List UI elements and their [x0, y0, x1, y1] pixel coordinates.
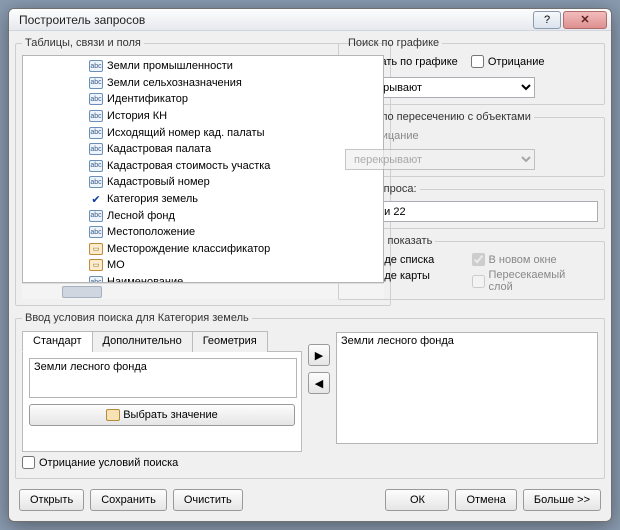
tree-fieldset: Таблицы, связи и поля abc Земли промышлен… [15, 37, 391, 306]
text-field-icon: abc [89, 127, 103, 139]
tree-item[interactable]: abc Земли сельхозназначения [23, 75, 383, 92]
tree-item[interactable]: abc Кадастровая стоимость участка [23, 158, 383, 175]
tab-panel-standard: Земли лесного фонда Выбрать значение [22, 352, 302, 452]
tab-geometry[interactable]: Геометрия [192, 331, 268, 352]
cancel-button[interactable]: Отмена [455, 489, 516, 511]
object-icon: ▭ [89, 259, 103, 271]
condition-tabs: Стандарт Дополнительно Геометрия [22, 330, 302, 352]
tree-item-label: Земли промышленности [107, 60, 233, 72]
gear-icon [106, 409, 120, 421]
tree-item-label: Кадастровая стоимость участка [107, 160, 270, 172]
tree-item[interactable]: abc Местоположение [23, 224, 383, 241]
remove-condition-button[interactable]: ◀ [308, 372, 330, 394]
tree-item-label: Наименование [107, 276, 183, 283]
tree-item-label: Земли сельхозназначения [107, 77, 242, 89]
tree-legend: Таблицы, связи и поля [22, 37, 144, 49]
tree-item[interactable]: ▭ Месторождение классификатор [23, 241, 383, 258]
object-icon: ▭ [89, 243, 103, 255]
ok-button[interactable]: ОК [385, 489, 449, 511]
tree-item-label: Месторождение классификатор [107, 243, 270, 255]
tree-item-label: Исходящий номер кад. палаты [107, 127, 265, 139]
text-field-icon: abc [89, 60, 103, 72]
tree-item[interactable]: abc Исходящий номер кад. палаты [23, 124, 383, 141]
tab-advanced[interactable]: Дополнительно [92, 331, 193, 352]
horizontal-scrollbar[interactable] [22, 283, 384, 299]
text-field-icon: abc [89, 276, 103, 283]
cond-legend: Ввод условия поиска для Категория земель [22, 312, 252, 324]
window-title: Построитель запросов [19, 13, 531, 27]
show-new-window-checkbox: В новом окне [472, 253, 557, 266]
tree-item[interactable]: abc Кадастровый номер [23, 174, 383, 191]
tree-item[interactable]: abc Земли промышленности [23, 58, 383, 75]
tree-item[interactable]: ✔ Категория земель [23, 191, 383, 208]
graphic-legend: Поиск по графике [345, 37, 442, 49]
intersect-mode-combo: перекрывают [345, 149, 535, 170]
text-field-icon: abc [89, 160, 103, 172]
tree-item[interactable]: abc Идентификатор [23, 91, 383, 108]
text-field-icon: abc [89, 143, 103, 155]
condition-value-box[interactable]: Земли лесного фонда [29, 358, 297, 398]
text-field-icon: abc [89, 77, 103, 89]
check-icon: ✔ [89, 193, 103, 205]
list-item[interactable]: Земли лесного фонда [341, 335, 593, 347]
tree-item-label: Лесной фонд [107, 210, 175, 222]
tree-item-label: Кадастровый номер [107, 176, 210, 188]
tree-item-label: История КН [107, 110, 167, 122]
text-field-icon: abc [89, 210, 103, 222]
tree-item-label: МО [107, 259, 125, 271]
help-window-button[interactable]: ? [533, 11, 561, 29]
tree-item[interactable]: abc Наименование [23, 274, 383, 283]
selected-conditions-list[interactable]: Земли лесного фонда [336, 332, 598, 444]
close-icon: ✕ [580, 13, 589, 26]
tab-standard[interactable]: Стандарт [22, 331, 93, 352]
text-field-icon: abc [89, 110, 103, 122]
tree-item-label: Местоположение [107, 226, 195, 238]
content: Таблицы, связи и поля abc Земли промышлен… [9, 31, 611, 521]
tree-item[interactable]: ▭ МО [23, 257, 383, 274]
show-intersect-layer-checkbox: Пересекаемый слой [472, 269, 589, 293]
text-field-icon: abc [89, 226, 103, 238]
titlebar[interactable]: Построитель запросов ? ✕ [9, 9, 611, 31]
text-field-icon: abc [89, 176, 103, 188]
dialog-button-bar: Открыть Сохранить Очистить ОК Отмена Бол… [15, 485, 605, 515]
tree-item[interactable]: abc История КН [23, 108, 383, 125]
close-window-button[interactable]: ✕ [563, 11, 607, 29]
tree-item-label: Идентификатор [107, 93, 188, 105]
text-field-icon: abc [89, 93, 103, 105]
tree-item-label: Категория земель [107, 193, 198, 205]
condition-fieldset: Ввод условия поиска для Категория земель… [15, 312, 605, 479]
graphic-negation-checkbox[interactable]: Отрицание [471, 55, 545, 68]
more-button[interactable]: Больше >> [523, 489, 601, 511]
pick-value-button[interactable]: Выбрать значение [29, 404, 295, 426]
arrow-right-icon: ▶ [315, 349, 323, 362]
add-condition-button[interactable]: ▶ [308, 344, 330, 366]
arrow-left-icon: ◀ [315, 377, 323, 390]
clear-button[interactable]: Очистить [173, 489, 243, 511]
fields-tree[interactable]: abc Земли промышленности abc Земли сельхозн… [22, 55, 384, 283]
save-button[interactable]: Сохранить [90, 489, 167, 511]
negate-condition-checkbox[interactable]: Отрицание условий поиска [22, 456, 178, 469]
query-builder-window: Построитель запросов ? ✕ Таблицы, связи … [8, 8, 612, 522]
tree-item[interactable]: abc Лесной фонд [23, 207, 383, 224]
tree-item-label: Кадастровая палата [107, 143, 211, 155]
tree-item[interactable]: abc Кадастровая палата [23, 141, 383, 158]
open-button[interactable]: Открыть [19, 489, 84, 511]
